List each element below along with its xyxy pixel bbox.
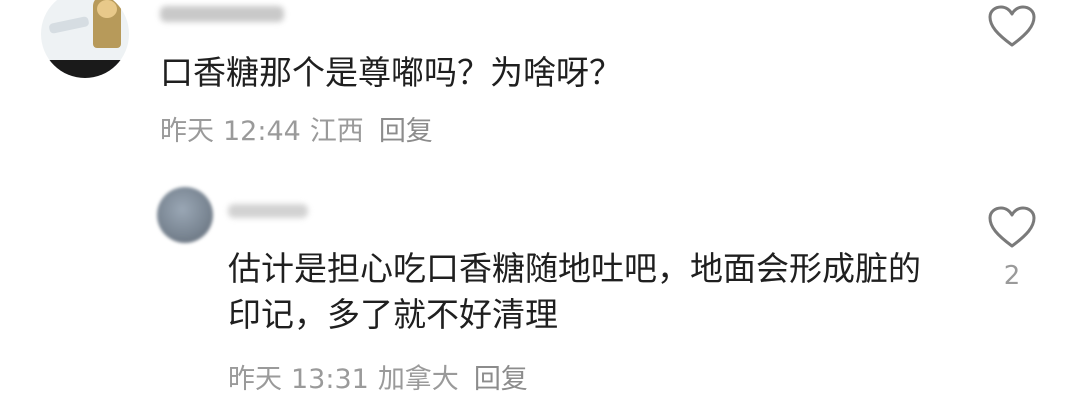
like-button[interactable]	[986, 4, 1038, 48]
comment-meta: 昨天 12:44 江西 回复	[160, 115, 442, 149]
user-avatar-icon[interactable]	[41, 0, 129, 78]
comment-meta: 昨天 13:31 加拿大 回复	[228, 363, 537, 397]
like-button[interactable]: 2	[986, 205, 1038, 291]
comment-location: 加拿大	[377, 364, 459, 395]
comment-text: 口香糖那个是尊嘟吗？为啥呀？	[160, 53, 622, 92]
reply-button[interactable]: 回复	[474, 364, 528, 395]
heart-outline-icon	[988, 5, 1036, 47]
comment-time: 12:44	[223, 116, 301, 147]
user-avatar-icon[interactable]	[157, 187, 213, 243]
comment-item: 口香糖那个是尊嘟吗？为啥呀？ 昨天 12:44 江西 回复	[0, 0, 1080, 165]
username-redacted[interactable]	[228, 204, 308, 218]
reply-button[interactable]: 回复	[379, 116, 433, 147]
heart-outline-icon	[988, 206, 1036, 248]
like-count: 2	[1003, 261, 1021, 291]
comment-date: 昨天	[160, 116, 214, 147]
comment-item: 估计是担心吃口香糖随地吐吧，地面会形成脏的印记，多了就不好清理 昨天 13:31 加…	[0, 180, 1080, 413]
comment-location: 江西	[309, 116, 364, 147]
comment-date: 昨天	[228, 364, 282, 395]
username-redacted[interactable]	[160, 6, 284, 22]
comment-time: 13:31	[291, 364, 369, 395]
comment-text: 估计是担心吃口香糖随地吐吧，地面会形成脏的印记，多了就不好清理	[228, 249, 921, 334]
